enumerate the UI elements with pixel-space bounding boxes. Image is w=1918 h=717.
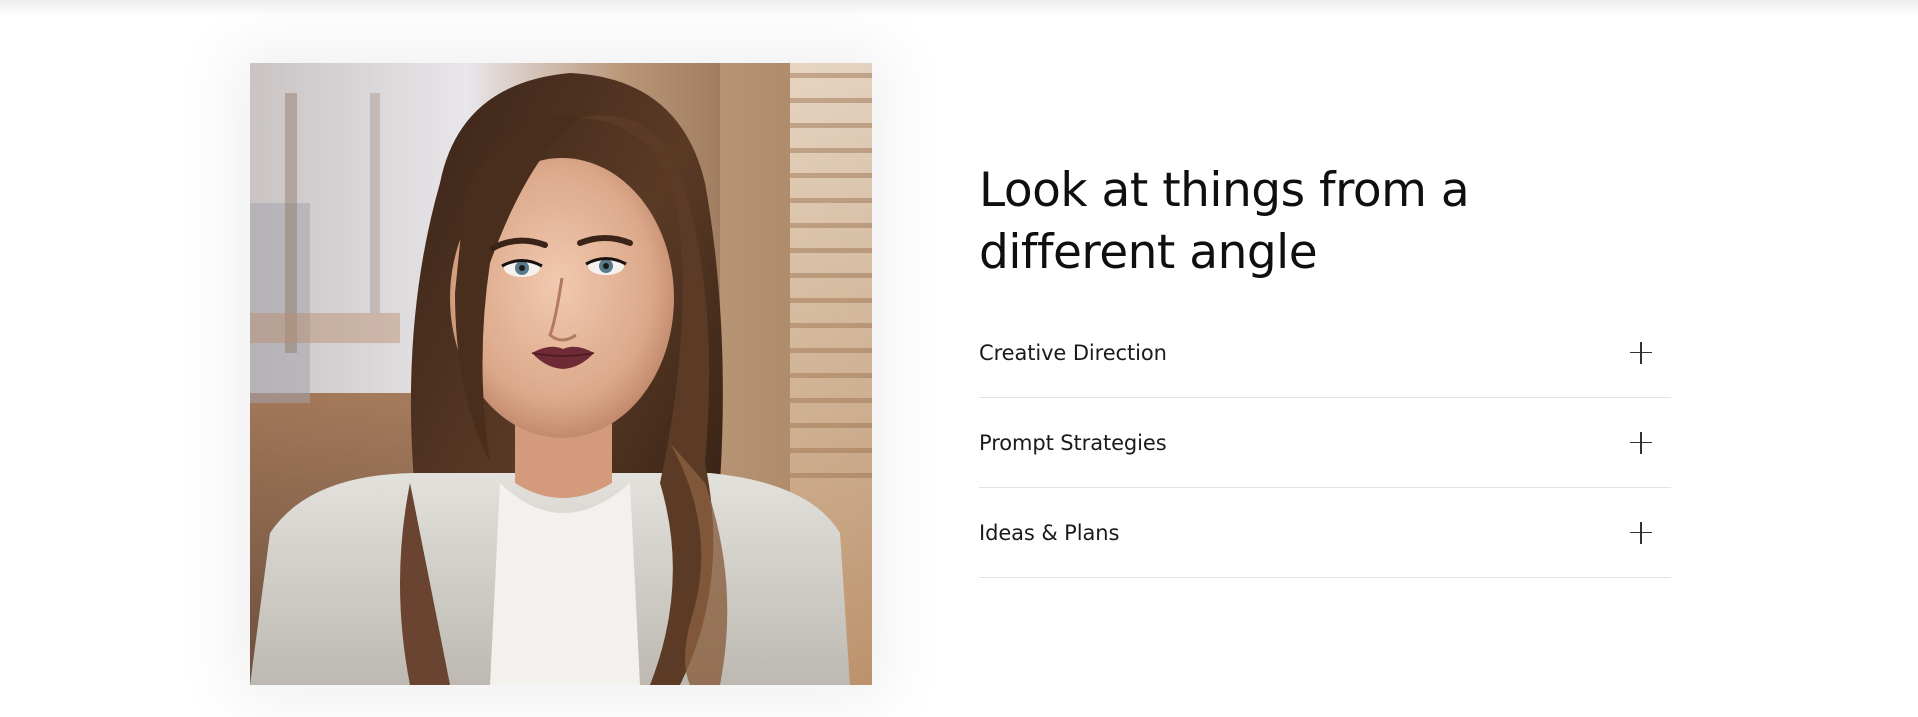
- accordion: Creative Direction Prompt Strategies Ide…: [979, 308, 1671, 578]
- section-heading: Look at things from a different angle: [979, 163, 1470, 280]
- accordion-item-creative-direction[interactable]: Creative Direction: [979, 308, 1671, 398]
- plus-icon[interactable]: [1630, 521, 1652, 544]
- feature-section: Look at things from a different angle Cr…: [979, 160, 1671, 578]
- accordion-item-label: Creative Direction: [979, 340, 1167, 365]
- header-shadow: [0, 0, 1918, 16]
- accordion-item-prompt-strategies[interactable]: Prompt Strategies: [979, 398, 1671, 488]
- accordion-item-label: Prompt Strategies: [979, 430, 1167, 455]
- accordion-item-ideas-plans[interactable]: Ideas & Plans: [979, 488, 1671, 578]
- plus-icon[interactable]: [1630, 431, 1652, 454]
- accordion-item-label: Ideas & Plans: [979, 520, 1120, 545]
- plus-icon[interactable]: [1630, 341, 1652, 364]
- portrait-image: [250, 63, 872, 685]
